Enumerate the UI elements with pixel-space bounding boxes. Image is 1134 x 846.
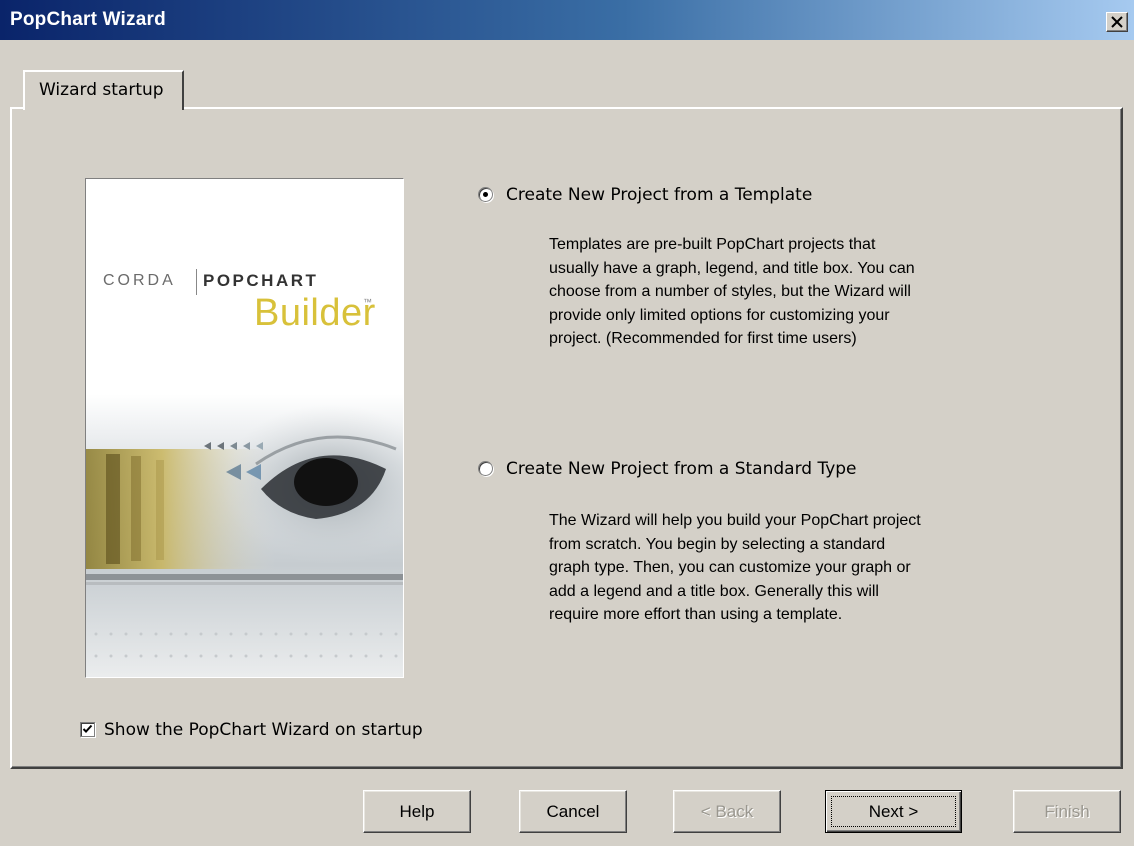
- popchart-builder-splash-image: CORDA POPCHART Builder ™: [85, 178, 404, 678]
- description-line: The Wizard will help you build your PopC…: [549, 512, 921, 529]
- description-line: choose from a number of styles, but the …: [549, 283, 911, 300]
- template-option-label[interactable]: Create New Project from a Template: [506, 185, 812, 205]
- logo-divider: [196, 269, 197, 295]
- popchart-logo-text: POPCHART: [203, 271, 319, 290]
- description-line: add a legend and a title box. Generally …: [549, 582, 879, 600]
- close-icon: [1111, 16, 1123, 28]
- checkmark-icon: [82, 724, 93, 733]
- description-line: provide only limited options for customi…: [549, 306, 890, 324]
- standard-type-radio[interactable]: [478, 461, 493, 476]
- next-button-label: Next >: [831, 796, 956, 827]
- close-button[interactable]: [1106, 12, 1128, 32]
- description-line: require more effort than using a templat…: [549, 606, 843, 623]
- finish-button[interactable]: Finish: [1013, 790, 1121, 833]
- next-button[interactable]: Next >: [825, 790, 962, 833]
- back-button[interactable]: < Back: [673, 790, 781, 833]
- description-line: Templates are pre-built PopChart project…: [549, 236, 876, 253]
- trademark-symbol: ™: [363, 297, 372, 307]
- show-wizard-on-startup-label[interactable]: Show the PopChart Wizard on startup: [104, 720, 423, 740]
- builder-logo-text: Builder: [254, 292, 376, 334]
- description-line: graph type. Then, you can customize your…: [549, 559, 911, 576]
- corda-logo-text: CORDA: [103, 272, 176, 289]
- standard-type-option-label[interactable]: Create New Project from a Standard Type: [506, 459, 857, 479]
- description-line: usually have a graph, legend, and title …: [549, 259, 915, 277]
- window-title: PopChart Wizard: [10, 9, 166, 30]
- description-line: from scratch. You begin by selecting a s…: [549, 535, 886, 553]
- cancel-button[interactable]: Cancel: [519, 790, 627, 833]
- popchart-wizard-dialog: PopChart Wizard Wizard startup CORDA POP…: [0, 0, 1134, 846]
- template-option-description: Templates are pre-built PopChart project…: [549, 233, 1009, 351]
- tab-wizard-startup[interactable]: Wizard startup: [23, 70, 184, 110]
- standard-type-option-description: The Wizard will help you build your PopC…: [549, 509, 1009, 627]
- show-wizard-on-startup-checkbox[interactable]: [80, 722, 95, 737]
- description-line: project. (Recommended for first time use…: [549, 330, 857, 347]
- template-radio[interactable]: [478, 187, 493, 202]
- radio-selected-dot: [483, 192, 488, 197]
- help-button[interactable]: Help: [363, 790, 471, 833]
- title-bar[interactable]: PopChart Wizard: [0, 0, 1134, 40]
- eye-artwork: [86, 394, 403, 677]
- tab-label: Wizard startup: [39, 80, 164, 100]
